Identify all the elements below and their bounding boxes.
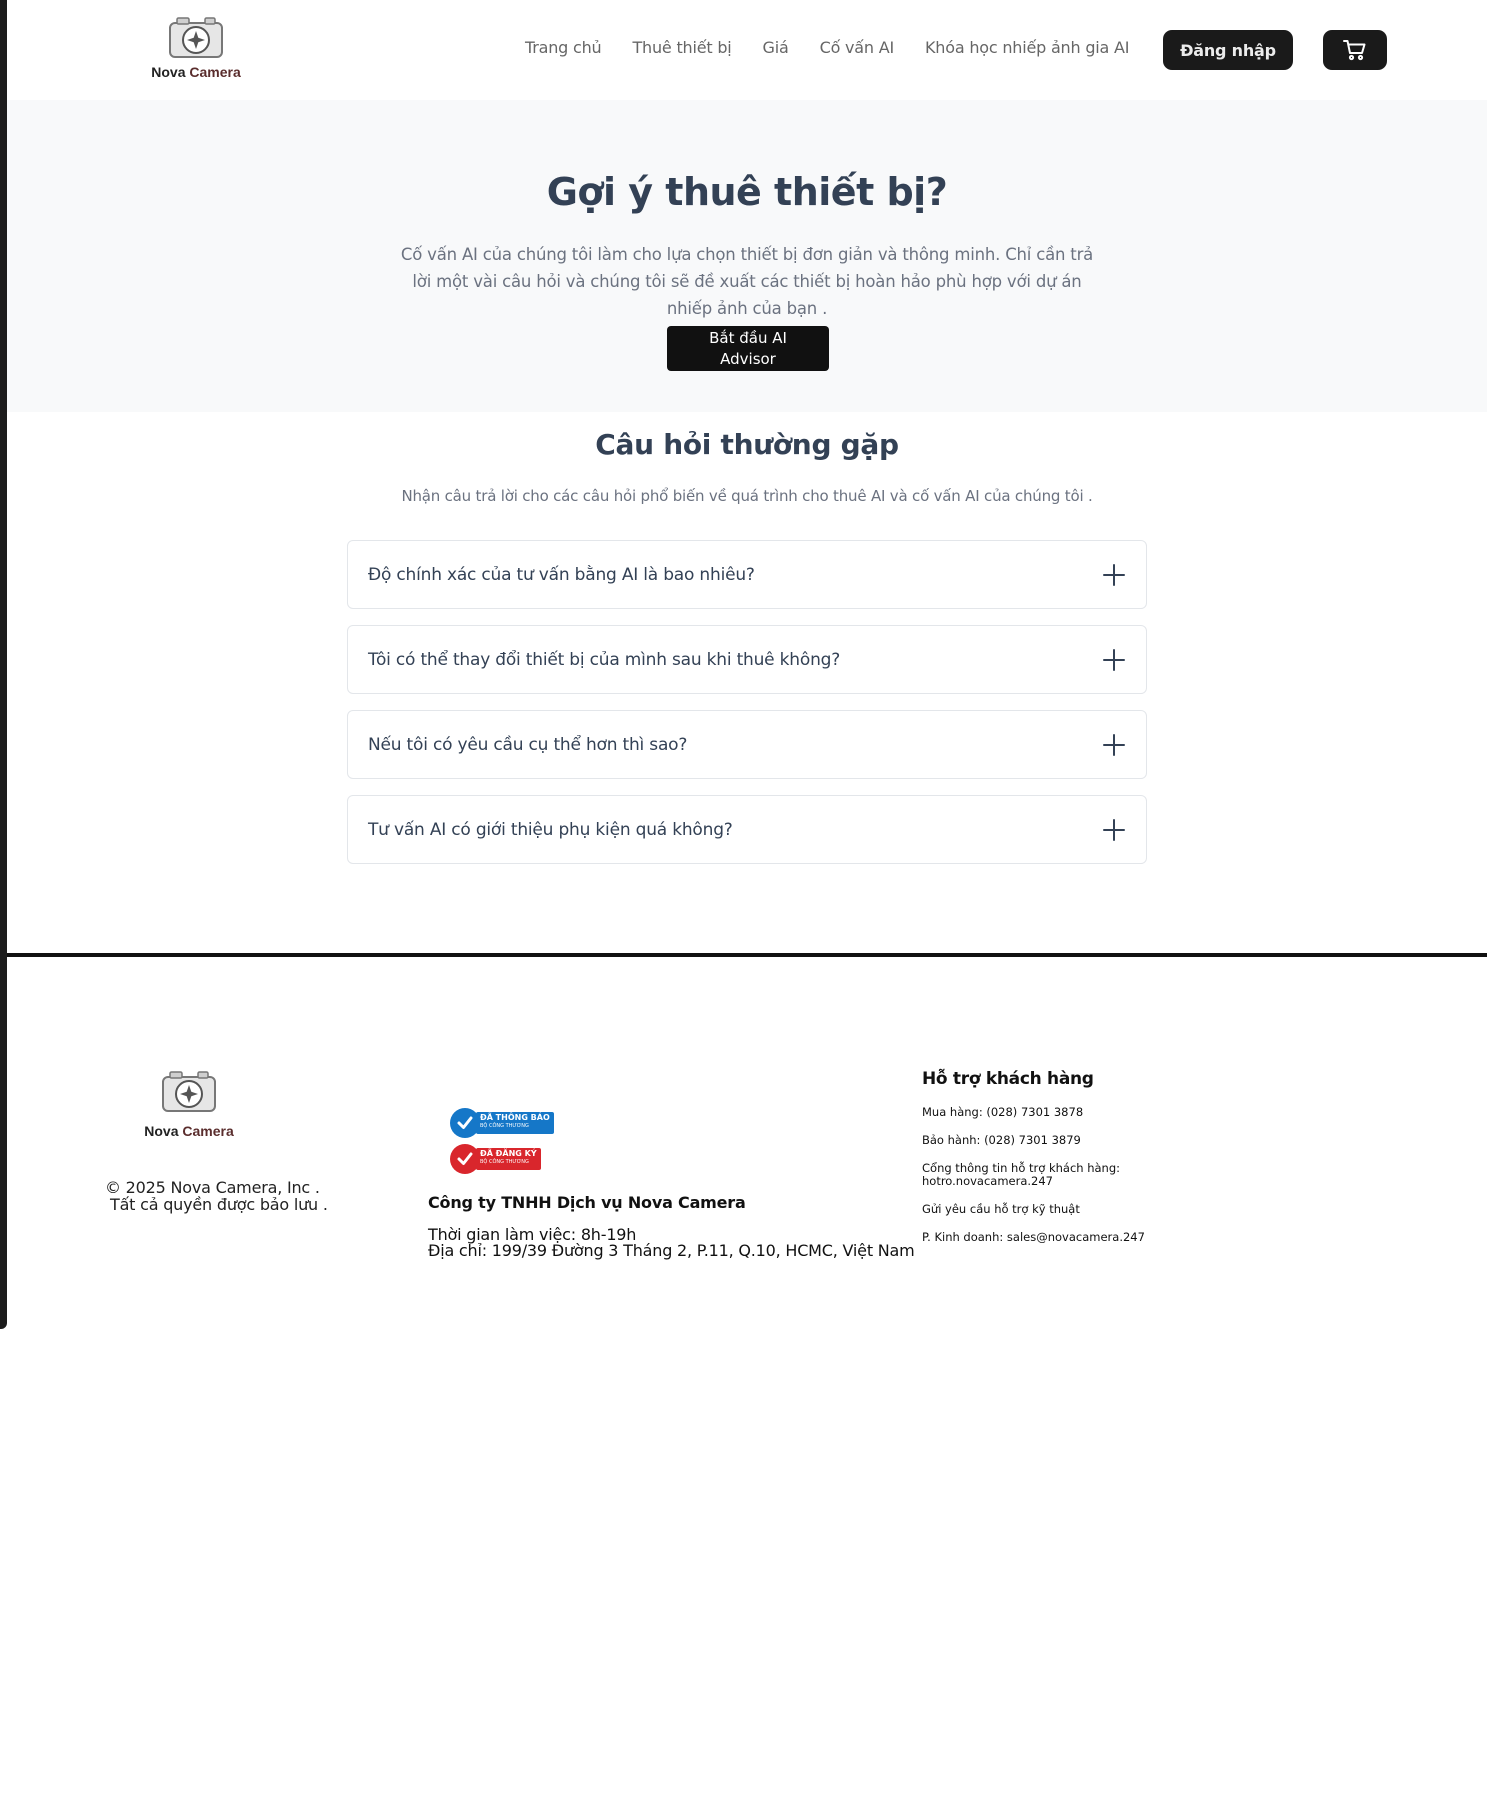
company-name: Công ty TNHH Dịch vụ Nova Camera: [428, 1193, 746, 1212]
nav-item-ai-advisor[interactable]: Cố vấn AI: [820, 38, 895, 57]
login-button[interactable]: Đăng nhập: [1163, 30, 1293, 70]
company-info: Thời gian làm việc: 8h-19h Địa chỉ: 199/…: [428, 1227, 915, 1259]
faq-question: Nếu tôi có yêu cầu cụ thể hơn thì sao?: [368, 734, 688, 755]
ministry-badges: ĐÃ THÔNG BÁO BỘ CÔNG THƯƠNG ĐÃ ĐĂNG KÝ B…: [450, 1108, 554, 1180]
notified-badge[interactable]: ĐÃ THÔNG BÁO BỘ CÔNG THƯƠNG: [450, 1108, 554, 1138]
cart-icon: [1343, 40, 1366, 61]
start-ai-advisor-button[interactable]: Bắt đầu AI Advisor: [667, 326, 829, 371]
faq-item[interactable]: Tư vấn AI có giới thiệu phụ kiện quá khô…: [347, 795, 1147, 864]
hero-description: Cố vấn AI của chúng tôi làm cho lựa chọn…: [400, 245, 1094, 318]
customer-support: Hỗ trợ khách hàng Mua hàng: (028) 7301 3…: [922, 1069, 1152, 1259]
faq-subtitle: Nhận câu trả lời cho các câu hỏi phổ biế…: [401, 487, 1093, 505]
brand-name: Nova Camera: [151, 64, 241, 80]
footer-brand-logo[interactable]: Nova Camera: [136, 1068, 242, 1139]
nav-item-pricing[interactable]: Giá: [763, 38, 789, 57]
brand-name: Nova Camera: [144, 1123, 234, 1139]
plus-icon[interactable]: [1102, 733, 1126, 757]
nav-item-home[interactable]: Trang chủ: [525, 38, 602, 57]
support-title: Hỗ trợ khách hàng: [922, 1069, 1094, 1089]
window-left-edge: [0, 0, 7, 1329]
nav-item-ai-photography-course[interactable]: Khóa học nhiếp ảnh gia AI: [925, 38, 1129, 57]
registered-badge[interactable]: ĐÃ ĐĂNG KÝ BỘ CÔNG THƯƠNG: [450, 1144, 554, 1174]
badge-subtitle: BỘ CÔNG THƯƠNG: [480, 1123, 529, 1129]
plus-icon[interactable]: [1102, 563, 1126, 587]
site-header: Nova Camera Trang chủ Thuê thiết bị Giá …: [7, 0, 1487, 100]
camera-logo-icon: [162, 1071, 216, 1112]
faq-question: Tư vấn AI có giới thiệu phụ kiện quá khô…: [368, 819, 733, 840]
footer-divider: [7, 953, 1487, 957]
faq-title: Câu hỏi thường gặp: [595, 428, 899, 461]
plus-icon[interactable]: [1102, 818, 1126, 842]
faq-question: Độ chính xác của tư vấn bằng AI là bao n…: [368, 564, 755, 585]
company-address: Địa chỉ: 199/39 Đường 3 Tháng 2, P.11, Q…: [428, 1241, 915, 1260]
hero-title: Gợi ý thuê thiết bị?: [546, 170, 948, 214]
support-tech-request-link[interactable]: Gửi yêu cầu hỗ trợ kỹ thuật: [922, 1203, 1152, 1216]
faq-item[interactable]: Nếu tôi có yêu cầu cụ thể hơn thì sao?: [347, 710, 1147, 779]
brand-logo[interactable]: Nova Camera: [143, 14, 249, 80]
support-purchase-phone[interactable]: Mua hàng: (028) 7301 3878: [922, 1106, 1152, 1119]
faq-list: Độ chính xác của tư vấn bằng AI là bao n…: [347, 540, 1147, 880]
cart-button[interactable]: [1323, 30, 1387, 70]
copyright-line: © 2025 Nova Camera, Inc .: [105, 1178, 320, 1197]
badge-title: ĐÃ ĐĂNG KÝ: [480, 1149, 537, 1158]
main-nav: Trang chủ Thuê thiết bị Giá Cố vấn AI Kh…: [525, 38, 1129, 57]
support-warranty-phone[interactable]: Bảo hành: (028) 7301 3879: [922, 1134, 1152, 1147]
hero-section: Gợi ý thuê thiết bị? Cố vấn AI của chúng…: [7, 100, 1487, 412]
plus-icon[interactable]: [1102, 648, 1126, 672]
support-sales-email[interactable]: P. Kinh doanh: sales@novacamera.247: [922, 1231, 1152, 1244]
faq-item[interactable]: Tôi có thể thay đổi thiết bị của mình sa…: [347, 625, 1147, 694]
nav-item-rent-equipment[interactable]: Thuê thiết bị: [632, 38, 731, 57]
rights-line: Tất cả quyền được bảo lưu .: [110, 1195, 328, 1214]
badge-subtitle: BỘ CÔNG THƯƠNG: [480, 1159, 529, 1165]
faq-item[interactable]: Độ chính xác của tư vấn bằng AI là bao n…: [347, 540, 1147, 609]
copyright: © 2025 Nova Camera, Inc . Tất cả quyền đ…: [105, 1179, 328, 1213]
badge-title: ĐÃ THÔNG BÁO: [480, 1113, 550, 1122]
support-portal-link[interactable]: Cổng thông tin hỗ trợ khách hàng: hotro.…: [922, 1162, 1152, 1188]
faq-question: Tôi có thể thay đổi thiết bị của mình sa…: [368, 649, 841, 670]
camera-logo-icon: [169, 17, 223, 58]
